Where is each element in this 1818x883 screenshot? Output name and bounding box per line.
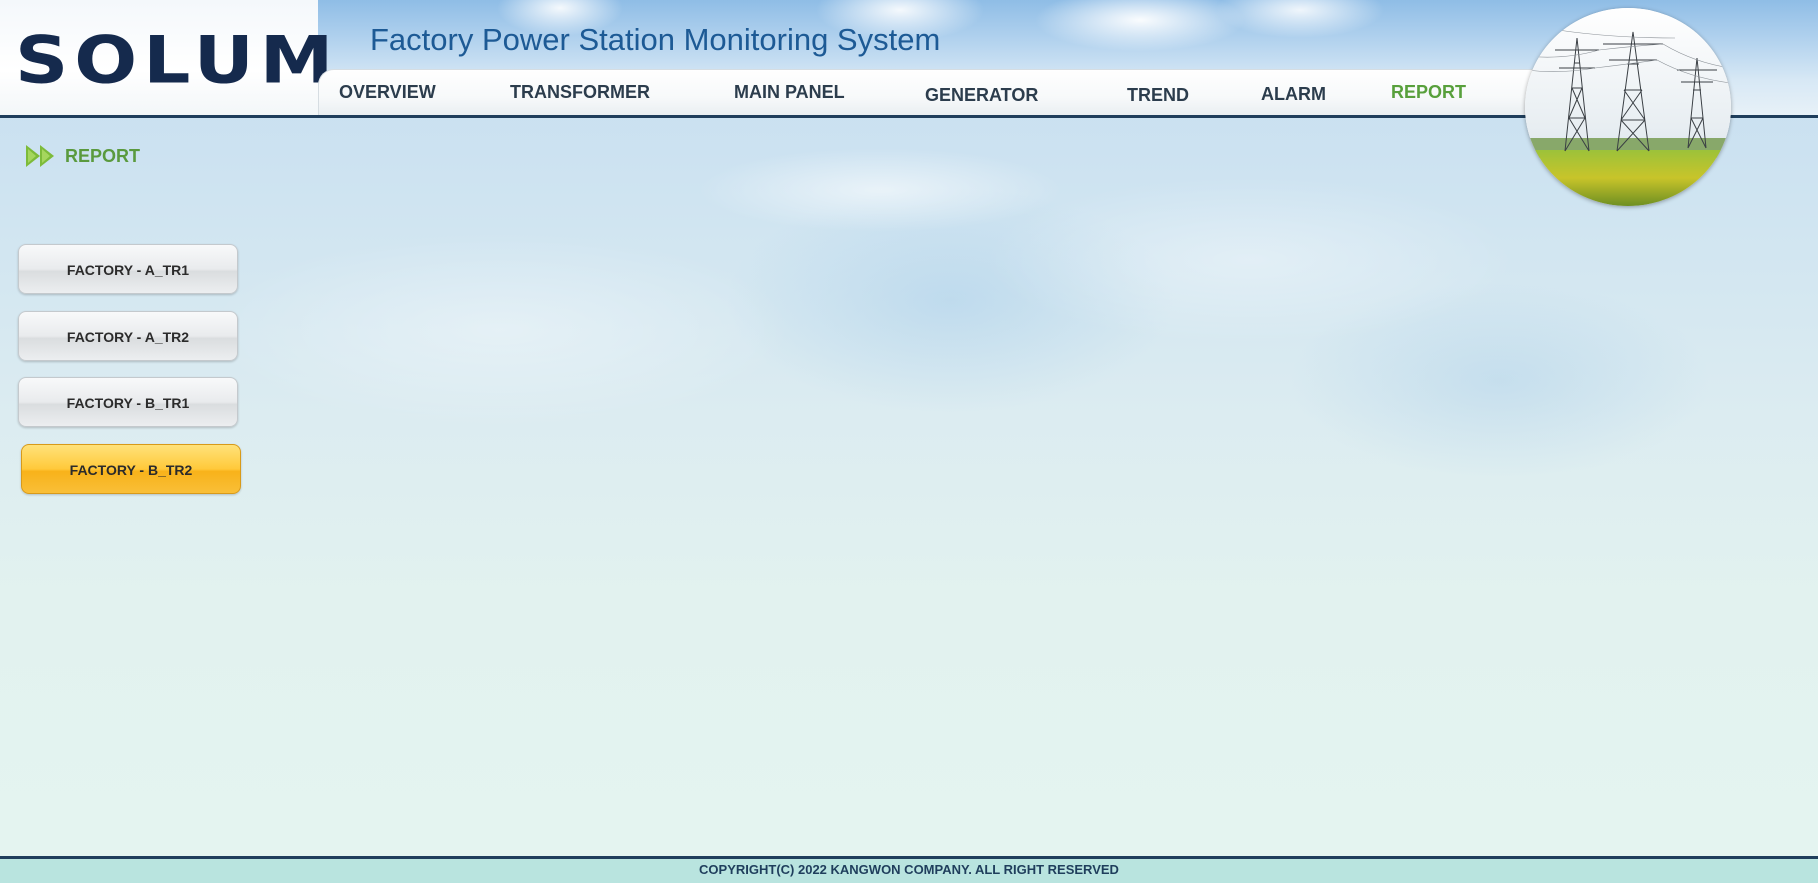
nav-report[interactable]: REPORT: [1391, 82, 1466, 103]
fast-forward-icon: [26, 145, 54, 167]
nav-overview[interactable]: OVERVIEW: [339, 82, 436, 103]
main-navigation: OVERVIEW TRANSFORMER MAIN PANEL GENERATO…: [318, 69, 1581, 116]
factory-a-tr2-button[interactable]: FACTORY - A_TR2: [18, 311, 238, 361]
power-tower-image: [1525, 8, 1731, 206]
section-title: REPORT: [65, 146, 141, 166]
factory-b-tr2-button[interactable]: FACTORY - B_TR2: [21, 444, 241, 494]
logo-area: SOLUM: [0, 0, 333, 118]
nav-generator[interactable]: GENERATOR: [925, 85, 1038, 106]
footer: COPYRIGHT(C) 2022 KANGWON COMPANY. ALL R…: [0, 859, 1818, 883]
nav-main-panel[interactable]: MAIN PANEL: [734, 82, 845, 103]
nav-trend[interactable]: TREND: [1127, 85, 1189, 106]
app-title: Factory Power Station Monitoring System: [370, 22, 941, 57]
solum-logo: SOLUM: [15, 22, 340, 99]
nav-alarm[interactable]: ALARM: [1261, 84, 1326, 105]
factory-a-tr1-button[interactable]: FACTORY - A_TR1: [18, 244, 238, 294]
nav-transformer[interactable]: TRANSFORMER: [510, 82, 650, 103]
copyright-text: COPYRIGHT(C) 2022 KANGWON COMPANY. ALL R…: [699, 862, 1119, 877]
factory-b-tr1-button[interactable]: FACTORY - B_TR1: [18, 377, 238, 427]
power-tower-illustration: [1525, 8, 1731, 206]
